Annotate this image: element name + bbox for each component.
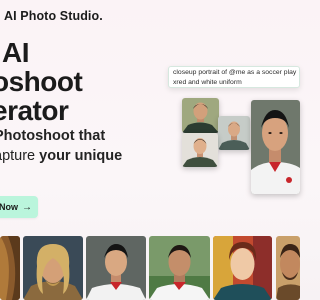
photo-thumbnail-small bbox=[218, 116, 250, 150]
subtitle-line: apture your unique bbox=[0, 146, 122, 166]
hero-headline: AI oshoot erator bbox=[0, 37, 83, 126]
gallery-image bbox=[86, 236, 146, 300]
brand-name[interactable]: AI Photo Studio. bbox=[4, 9, 103, 23]
gallery-image bbox=[276, 236, 300, 300]
photo-thumbnail-small bbox=[182, 98, 219, 133]
subtitle-bold: Photoshoot that bbox=[0, 128, 106, 144]
headline-line: AI bbox=[2, 37, 30, 68]
subtitle-text: apture bbox=[0, 148, 36, 164]
subtitle-bold: your unique bbox=[39, 148, 123, 164]
cta-button[interactable]: Now → bbox=[0, 196, 38, 218]
gallery-image bbox=[213, 236, 272, 300]
photo-thumbnail-small bbox=[182, 133, 218, 167]
photo-main-portrait bbox=[251, 100, 300, 194]
prompt-text: closeup portrait of @me as a soccer play bbox=[173, 69, 297, 76]
gallery-image bbox=[0, 236, 20, 300]
cta-label: Now bbox=[0, 202, 18, 212]
prompt-text: xred and white uniform bbox=[173, 78, 242, 86]
gallery-image bbox=[23, 236, 83, 300]
subtitle-line: Photoshoot that bbox=[0, 126, 122, 146]
headline-line: oshoot bbox=[0, 66, 83, 97]
arrow-right-icon: → bbox=[22, 201, 32, 213]
prompt-box: closeup portrait of @me as a soccer play… bbox=[168, 66, 300, 88]
hero-subtitle: Photoshoot that apture your unique bbox=[0, 126, 122, 166]
gallery-image bbox=[149, 236, 210, 300]
headline-line: erator bbox=[0, 95, 69, 126]
